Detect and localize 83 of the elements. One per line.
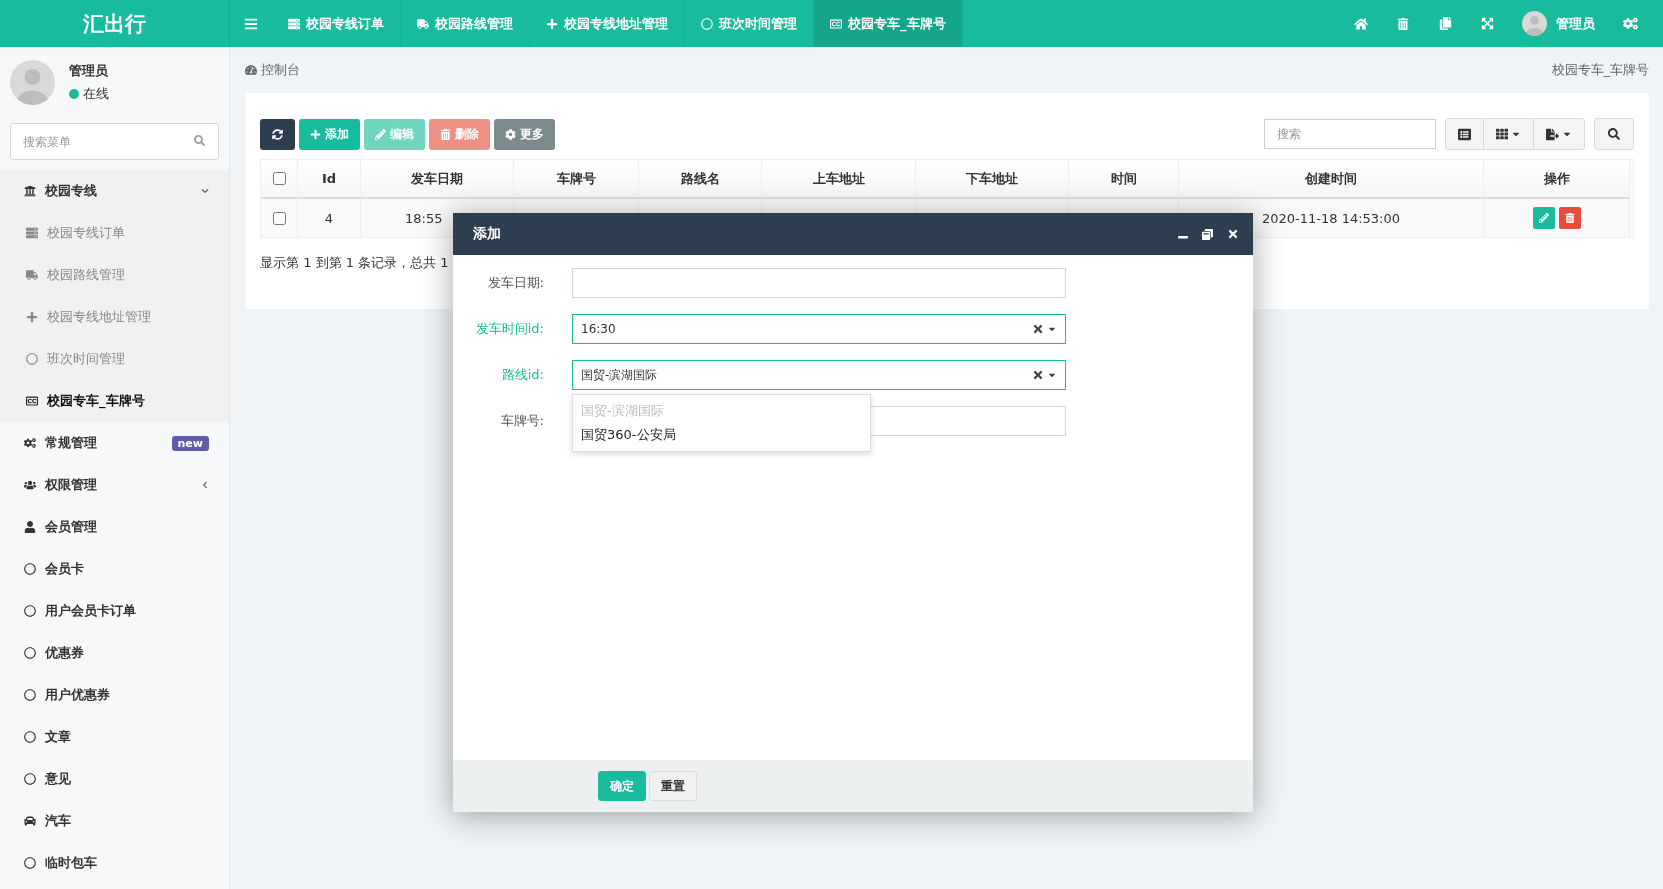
pencil-icon <box>1538 213 1549 223</box>
car-icon <box>24 815 36 827</box>
field-label: 车牌号: <box>499 412 545 430</box>
column-header: 操作 <box>1484 160 1630 199</box>
trash-icon <box>1564 213 1575 223</box>
clear-icon[interactable] <box>1032 369 1044 381</box>
toggle-view-button[interactable] <box>1445 118 1484 150</box>
plus-icon <box>546 17 558 30</box>
chevron-down-icon <box>201 187 209 195</box>
user-name: 管理员 <box>69 61 109 80</box>
column-header: 发车日期 <box>361 160 514 199</box>
field-label: 发车日期: <box>486 274 545 292</box>
field-label: 发车时间id: <box>474 320 545 338</box>
menu-icon <box>244 16 258 31</box>
truck-icon <box>417 17 429 30</box>
chevron-left-icon <box>201 481 209 489</box>
search-button[interactable] <box>1594 118 1634 150</box>
cc-icon <box>26 395 38 407</box>
avatar-icon <box>1522 11 1547 36</box>
list-icon <box>288 17 300 30</box>
column-header: Id <box>298 160 361 199</box>
refresh-button[interactable] <box>260 118 295 150</box>
search-icon <box>194 135 205 146</box>
column-header: 车牌号 <box>514 160 639 199</box>
list-icon <box>1458 127 1471 141</box>
refresh-icon <box>272 128 283 140</box>
users-icon <box>24 479 36 491</box>
dropdown-option[interactable]: 国贸360-公安局 <box>573 423 870 447</box>
gear-icon <box>505 128 516 140</box>
menu-item[interactable]: 汽车 <box>0 800 229 842</box>
pagination-info: 显示第 1 到第 1 条记录，总共 1 <box>260 254 450 272</box>
search-field[interactable]: 搜索 <box>1264 119 1436 149</box>
submenu-item[interactable]: 校园专车_车牌号 <box>0 380 229 422</box>
truck-icon <box>26 269 38 281</box>
menu-item[interactable]: 意见 <box>0 758 229 800</box>
menu-item[interactable]: 权限管理 <box>0 464 229 506</box>
menu-item[interactable]: 校园专线 <box>0 170 229 212</box>
menu-item[interactable]: 优惠券 <box>0 632 229 674</box>
more-button[interactable]: 更多 <box>494 118 555 150</box>
clear-icon[interactable] <box>1032 323 1044 335</box>
menu-item[interactable]: 用户会员卡订单 <box>0 590 229 632</box>
breadcrumb-link[interactable]: 控制台 <box>261 61 300 79</box>
input-field[interactable] <box>572 268 1066 298</box>
column-header: 上车地址 <box>762 160 916 199</box>
close-icon[interactable] <box>1227 228 1239 240</box>
export-button[interactable] <box>1534 118 1585 150</box>
new-badge: new <box>171 435 209 451</box>
search-icon <box>1608 128 1620 140</box>
select-field[interactable]: 16:30 <box>572 314 1066 344</box>
maximize-icon[interactable] <box>1202 228 1213 240</box>
cc-icon <box>830 17 842 30</box>
column-header: 路线名 <box>639 160 762 199</box>
export-icon <box>1546 127 1559 141</box>
user-icon <box>24 521 36 533</box>
status-text: 在线 <box>83 84 109 103</box>
column-header: 下车地址 <box>916 160 1069 199</box>
avatar-icon <box>10 59 55 105</box>
breadcrumb-current: 校园专车_车牌号 <box>1551 61 1649 79</box>
reset-button[interactable]: 重置 <box>649 771 697 801</box>
menu-item[interactable]: 会员卡 <box>0 548 229 590</box>
list-icon <box>26 227 38 239</box>
column-header: 时间 <box>1069 160 1179 199</box>
table-cell: 4 <box>298 199 361 237</box>
plus-icon <box>26 311 38 323</box>
columns-button[interactable] <box>1484 118 1534 150</box>
menu-item[interactable]: 临时包车 <box>0 842 229 884</box>
row-checkbox[interactable] <box>272 211 286 225</box>
grid-icon <box>1496 128 1508 140</box>
bank-icon <box>24 185 36 197</box>
column-header: 创建时间 <box>1179 160 1484 199</box>
menu-item[interactable]: 会员管理 <box>0 506 229 548</box>
menu-item[interactable]: 用户优惠券 <box>0 674 229 716</box>
menu-item[interactable]: 文章 <box>0 716 229 758</box>
menu-item[interactable]: 常规管理 new <box>0 422 229 464</box>
select-all-checkbox[interactable] <box>272 172 286 185</box>
plus-icon <box>310 128 321 140</box>
gears-icon <box>24 437 36 449</box>
menu-search-field[interactable]: 搜索菜单 <box>10 123 219 160</box>
trash-icon <box>440 128 451 140</box>
field-label: 路线id: <box>500 366 545 384</box>
dashboard-icon <box>245 64 257 76</box>
pencil-icon <box>375 128 386 140</box>
delete-button[interactable] <box>1558 207 1581 229</box>
